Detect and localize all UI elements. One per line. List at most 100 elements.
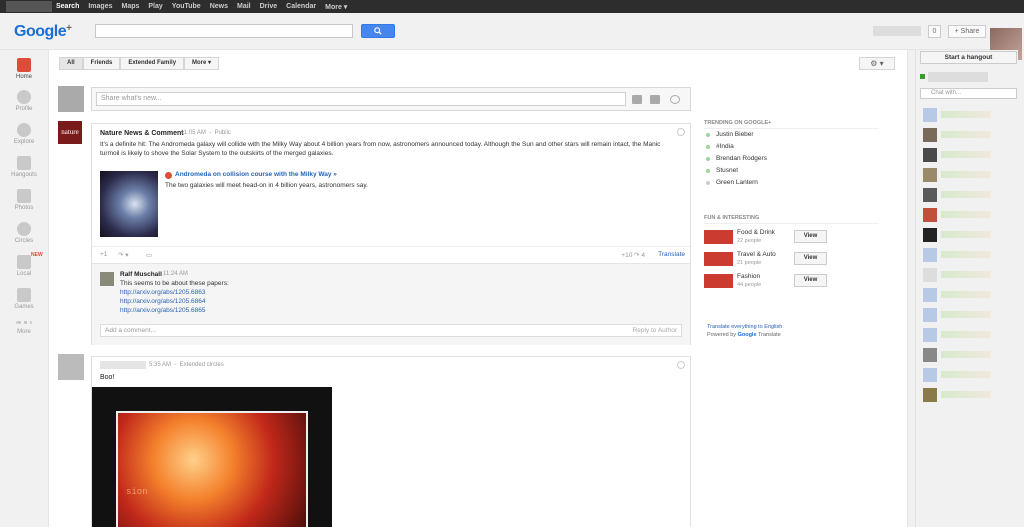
gbar-item-maps[interactable]: Maps (121, 3, 139, 10)
post-visibility[interactable]: Public (215, 130, 231, 136)
post-visibility[interactable]: Extended circles (180, 362, 224, 368)
add-comment-input[interactable]: Add a comment... Reply to Author (100, 324, 682, 337)
hangout-icon[interactable]: ▭ (146, 251, 152, 259)
trending-item[interactable]: Justin Bieber (704, 129, 879, 141)
search-button[interactable] (361, 24, 395, 38)
avatar (923, 148, 937, 162)
post-author[interactable]: Nature News & Comment (100, 130, 184, 137)
tab-more[interactable]: More ▾ (184, 57, 220, 70)
gbar-item-play[interactable]: Play (148, 3, 162, 10)
gbar-item-youtube[interactable]: YouTube (172, 3, 201, 10)
start-hangout-button[interactable]: Start a hangout (920, 51, 1017, 64)
chat-contact[interactable] (919, 205, 1017, 225)
trending-item[interactable]: Brendan Rodgers (704, 153, 879, 165)
rail-item-photos[interactable]: Photos (4, 189, 44, 211)
reply-to-author-link[interactable]: Reply to Author (633, 327, 677, 334)
chat-contact[interactable] (919, 325, 1017, 345)
avatar[interactable] (58, 354, 84, 380)
bullet-icon (706, 145, 710, 149)
tab-all[interactable]: All (59, 57, 83, 70)
avatar (923, 368, 937, 382)
chat-contact[interactable] (919, 165, 1017, 185)
share-post-button[interactable]: ↷ ▾ (118, 251, 129, 259)
avatar[interactable]: nature (58, 121, 82, 144)
tab-friends[interactable]: Friends (82, 57, 121, 70)
translate-link[interactable]: Translate (658, 251, 685, 258)
link-title[interactable]: Andromeda on collision course with the M… (175, 171, 337, 178)
gbar-item-drive[interactable]: Drive (260, 3, 278, 10)
post-author-blurred[interactable] (100, 361, 146, 369)
chat-contact[interactable] (919, 345, 1017, 365)
chat-contact[interactable] (919, 225, 1017, 245)
trending-item[interactable]: Green Lantern (704, 177, 879, 189)
galaxy-thumbnail[interactable] (100, 171, 158, 237)
comment-link[interactable]: http://arxiv.org/abs/1205.6863 (120, 289, 206, 296)
comment-author[interactable]: Ralf Muschall (120, 271, 162, 278)
comment-link[interactable]: http://arxiv.org/abs/1205.6865 (120, 307, 206, 314)
post-image[interactable]: sion (92, 387, 332, 527)
rail-item-hangouts[interactable]: Hangouts (4, 156, 44, 178)
notification-count[interactable]: 0 (928, 25, 941, 38)
google-plus-logo[interactable]: Google+ (14, 23, 72, 41)
chat-contact[interactable] (919, 265, 1017, 285)
trending-item[interactable]: Stusnet (704, 165, 879, 177)
user-name-blurred[interactable] (873, 26, 921, 36)
avatar[interactable] (100, 272, 114, 286)
rail-item-more[interactable]: More (4, 321, 44, 335)
chat-contact[interactable] (919, 305, 1017, 325)
video-icon[interactable] (650, 95, 660, 104)
explore-icon (17, 123, 31, 137)
post-text: Boo! (100, 374, 115, 381)
user-name-blurred[interactable] (6, 1, 52, 12)
share-button[interactable]: + Share (948, 25, 986, 38)
chat-contact[interactable] (919, 105, 1017, 125)
chat-contact[interactable] (919, 285, 1017, 305)
link-icon[interactable] (670, 95, 680, 104)
rail-item-profile[interactable]: Profile (4, 90, 44, 112)
chat-contact[interactable] (919, 245, 1017, 265)
trending-item[interactable]: #India (704, 141, 879, 153)
plusone-button[interactable]: +1 (100, 251, 107, 258)
add-comment-placeholder: Add a comment... (105, 327, 156, 334)
post-time[interactable]: 5:35 AM (149, 362, 171, 368)
post-time[interactable]: 11:05 AM (181, 130, 206, 136)
chat-contact[interactable] (919, 365, 1017, 385)
comment-link[interactable]: http://arxiv.org/abs/1205.6864 (120, 298, 206, 305)
chat-status-blurred[interactable] (928, 72, 988, 82)
rail-item-explore[interactable]: Explore (4, 123, 44, 145)
chat-contact[interactable] (919, 385, 1017, 405)
rail-item-home[interactable]: Home (4, 58, 44, 80)
gbar-item-calendar[interactable]: Calendar (286, 3, 316, 10)
view-button[interactable]: View (794, 230, 827, 243)
rail-item-local[interactable]: Local NEW (4, 252, 44, 277)
chat-search-input[interactable]: Chat with... (920, 88, 1017, 99)
fashion-icon[interactable] (704, 274, 733, 288)
fun-item-name[interactable]: Food & Drink (737, 229, 775, 236)
share-input[interactable]: Share what's new... (96, 92, 626, 106)
search-input[interactable] (95, 24, 353, 38)
settings-gear-button[interactable]: ⚙ ▾ (859, 57, 895, 70)
translate-everything-link[interactable]: Translate everything to English (707, 324, 782, 330)
travel-auto-icon[interactable] (704, 252, 733, 266)
rail-item-games[interactable]: Games (4, 288, 44, 310)
fun-item-name[interactable]: Fashion (737, 273, 760, 280)
tab-extended-family[interactable]: Extended Family (120, 57, 185, 70)
camera-icon[interactable] (632, 95, 642, 104)
chat-contact[interactable] (919, 125, 1017, 145)
avatar (923, 108, 937, 122)
rail-item-circles[interactable]: Circles (4, 222, 44, 244)
post-menu-icon[interactable] (677, 128, 685, 136)
post-menu-icon[interactable] (677, 361, 685, 369)
food-drink-icon[interactable] (704, 230, 733, 244)
chat-contact[interactable] (919, 185, 1017, 205)
view-button[interactable]: View (794, 274, 827, 287)
gbar-item-search[interactable]: Search (56, 3, 79, 10)
view-button[interactable]: View (794, 252, 827, 265)
gbar-item-news[interactable]: News (210, 3, 228, 10)
fun-item-name[interactable]: Travel & Auto (737, 251, 776, 258)
gbar-item-more[interactable]: More ▾ (325, 3, 347, 11)
gbar-item-mail[interactable]: Mail (237, 3, 251, 10)
gbar-item-images[interactable]: Images (88, 3, 112, 10)
avatar (923, 308, 937, 322)
chat-contact[interactable] (919, 145, 1017, 165)
